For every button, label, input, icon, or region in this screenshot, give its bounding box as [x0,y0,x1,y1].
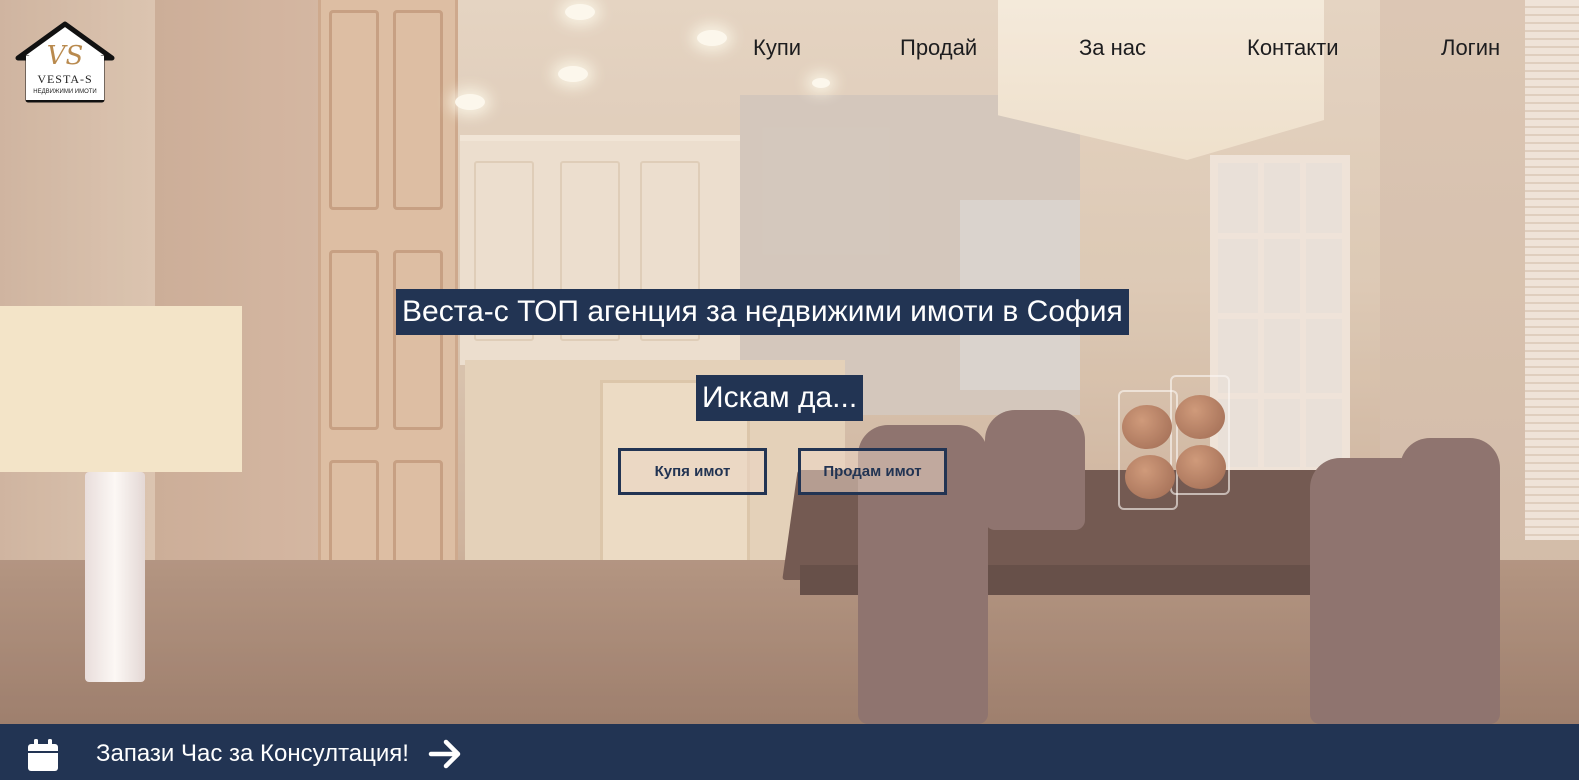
hero-headline: Веста-с ТОП агенция за недвижими имоти в… [396,289,1129,335]
nav-item-about[interactable]: За нас [1079,35,1146,61]
hero-background [0,0,1579,724]
hero-subhead: Искам да... [696,375,864,421]
buy-property-button[interactable]: Купя имот [618,448,767,495]
nav-item-contacts[interactable]: Контакти [1247,35,1339,61]
logo-brand: VESTA-S [37,72,92,86]
calendar-icon [28,739,58,771]
nav-item-sell[interactable]: Продай [900,35,977,61]
sell-property-button[interactable]: Продам имот [798,448,947,495]
nav-item-login[interactable]: Логин [1441,35,1500,61]
arrow-right-icon[interactable] [428,738,462,770]
nav-item-buy[interactable]: Купи [753,35,801,61]
main-nav: Купи Продай За нас Контакти Логин [0,35,1579,65]
book-consultation-link[interactable]: Запази Час за Консултация! [96,740,409,768]
logo-tagline: НЕДВИЖИМИ ИМОТИ [33,89,97,95]
